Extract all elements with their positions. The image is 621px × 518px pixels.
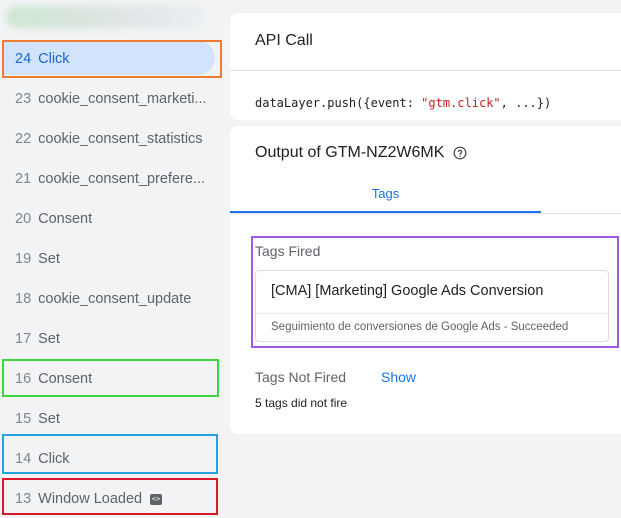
output-title: Output of GTM-NZ2W6MK xyxy=(255,144,445,161)
tags-fired-heading: Tags Fired xyxy=(255,243,321,259)
event-label: Set xyxy=(38,411,60,427)
event-label: Click xyxy=(38,451,70,467)
fired-tag-status: Seguimiento de conversiones de Google Ad… xyxy=(271,321,569,333)
event-label: Consent xyxy=(38,371,93,387)
code-prefix: dataLayer.push({event: xyxy=(255,96,422,110)
event-number: 17 xyxy=(15,331,32,347)
code-event-string: "gtm.click" xyxy=(421,96,501,110)
code-icon: <> xyxy=(150,493,163,505)
event-label: Set xyxy=(38,251,60,267)
event-number: 13 xyxy=(15,491,32,507)
event-number: 23 xyxy=(15,91,32,107)
code-suffix: , ...}) xyxy=(500,96,552,110)
output-card: Output of GTM-NZ2W6MK Tags Tags Fired [C… xyxy=(230,126,621,434)
api-call-title: API Call xyxy=(255,32,313,49)
event-number: 15 xyxy=(15,411,32,427)
event-label: cookie_consent_prefere... xyxy=(38,171,205,187)
event-item-17[interactable]: 17 Set xyxy=(0,319,222,359)
event-item-21[interactable]: 21 cookie_consent_prefere... xyxy=(0,159,222,199)
divider xyxy=(230,213,621,214)
event-label: Click xyxy=(38,51,70,67)
event-label: cookie_consent_update xyxy=(38,291,192,307)
event-item-19[interactable]: 19 Set xyxy=(0,239,222,279)
divider xyxy=(230,70,621,71)
event-sidebar: 24 Click 23 cookie_consent_marketi... 22… xyxy=(0,0,222,518)
api-call-code: dataLayer.push({event: "gtm.click", ...}… xyxy=(255,96,551,110)
event-number: 14 xyxy=(15,451,32,467)
event-item-18[interactable]: 18 cookie_consent_update xyxy=(0,279,222,319)
event-number: 19 xyxy=(15,251,32,267)
show-not-fired-button[interactable]: Show xyxy=(381,369,416,385)
event-label: Consent xyxy=(38,211,93,227)
blurred-container-title xyxy=(6,6,206,28)
event-number: 18 xyxy=(15,291,32,307)
event-label: cookie_consent_marketi... xyxy=(38,91,207,107)
event-number: 21 xyxy=(15,171,32,187)
event-item-13[interactable]: 13 Window Loaded <> xyxy=(0,479,222,518)
event-label: Set xyxy=(38,331,60,347)
fired-tag-card[interactable]: [CMA] [Marketing] Google Ads Conversion … xyxy=(255,270,609,342)
event-number: 22 xyxy=(15,131,32,147)
tags-not-fired-count: 5 tags did not fire xyxy=(255,396,348,410)
event-item-15[interactable]: 15 Set xyxy=(0,399,222,439)
api-call-card: API Call dataLayer.push({event: "gtm.cli… xyxy=(230,13,621,120)
tags-not-fired-heading: Tags Not Fired xyxy=(255,369,347,385)
event-item-20[interactable]: 20 Consent xyxy=(0,199,222,239)
tab-tags[interactable]: Tags xyxy=(230,178,541,214)
event-label: Window Loaded xyxy=(38,491,143,507)
event-item-24-click[interactable]: 24 Click xyxy=(0,39,222,79)
event-number: 20 xyxy=(15,211,32,227)
help-circle-icon[interactable] xyxy=(453,146,467,160)
event-item-23[interactable]: 23 cookie_consent_marketi... xyxy=(0,79,222,119)
fired-tag-name: [CMA] [Marketing] Google Ads Conversion xyxy=(271,283,544,299)
event-item-16[interactable]: 16 Consent xyxy=(0,359,222,399)
event-item-14[interactable]: 14 Click xyxy=(0,439,222,479)
event-item-22[interactable]: 22 cookie_consent_statistics xyxy=(0,119,222,159)
event-number: 24 xyxy=(15,51,32,67)
output-title-row: Output of GTM-NZ2W6MK xyxy=(255,144,467,162)
event-label: cookie_consent_statistics xyxy=(38,131,203,147)
event-number: 16 xyxy=(15,371,32,387)
divider xyxy=(256,313,608,314)
